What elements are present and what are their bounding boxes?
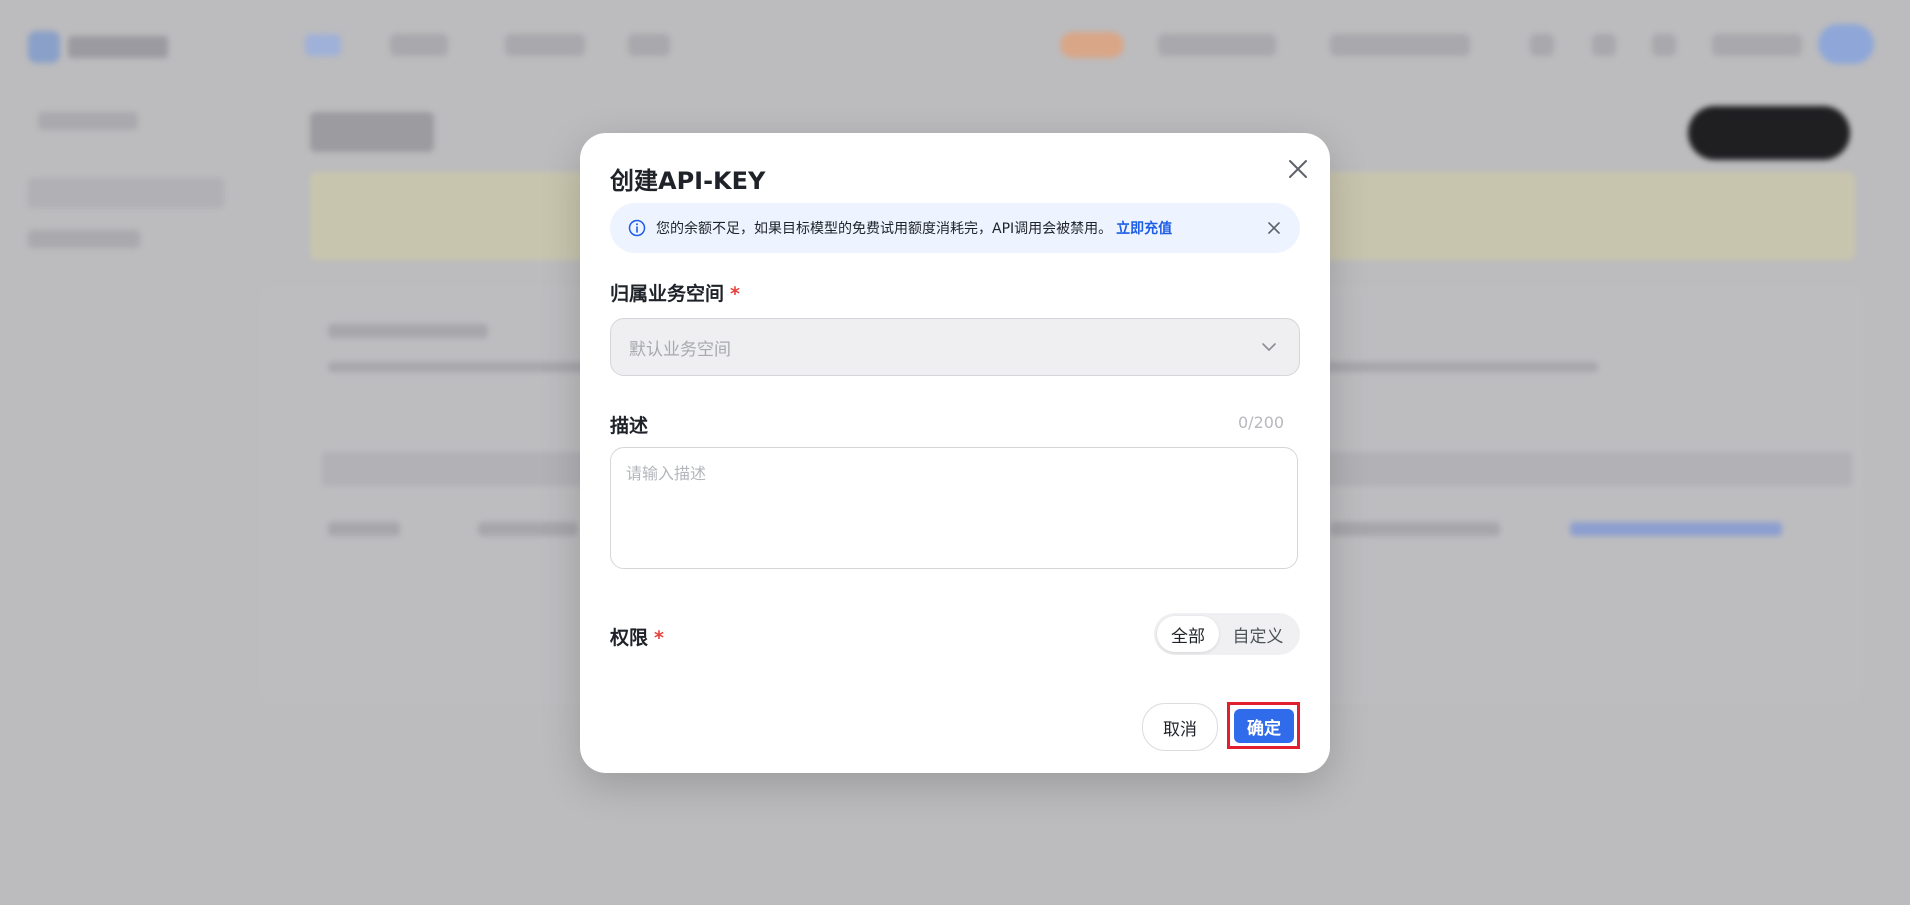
required-mark: * xyxy=(730,283,740,305)
alert-close-button[interactable] xyxy=(1264,218,1284,238)
description-label: 描述 xyxy=(610,415,649,437)
table-actions xyxy=(1570,522,1782,536)
promo-pill xyxy=(1060,32,1124,58)
alert-message: 您的余额不足，如果目标模型的免费试用额度消耗完，API调用会被禁用。 xyxy=(656,221,1113,237)
page-title xyxy=(310,112,434,152)
permission-label: 权限 * xyxy=(610,623,664,650)
sidebar-item xyxy=(28,178,224,208)
avatar xyxy=(1818,24,1874,64)
workspace-select[interactable]: 默认业务空间 xyxy=(610,318,1300,376)
close-icon xyxy=(1268,222,1280,234)
cancel-button[interactable]: 取消 xyxy=(1142,703,1218,751)
workspace-select-value: 默认业务空间 xyxy=(629,339,731,360)
close-icon xyxy=(1289,160,1307,178)
confirm-button[interactable]: 确定 xyxy=(1234,709,1294,743)
nav-icon xyxy=(1530,34,1554,56)
character-counter: 0/200 xyxy=(1238,413,1285,432)
close-button[interactable] xyxy=(1282,153,1314,185)
required-mark: * xyxy=(654,627,664,649)
table-cell xyxy=(1330,522,1500,536)
permission-label-text: 权限 xyxy=(610,627,649,649)
permission-option-all[interactable]: 全部 xyxy=(1157,616,1219,652)
table-cell xyxy=(478,522,578,536)
description-textarea[interactable] xyxy=(610,447,1298,569)
app-logo xyxy=(28,30,178,64)
workspace-label-text: 归属业务空间 xyxy=(610,283,725,305)
nav-item xyxy=(1158,34,1276,56)
workspace-label: 归属业务空间 * xyxy=(610,279,740,306)
sidebar-item xyxy=(38,112,138,130)
permission-segmented-control: 全部 自定义 xyxy=(1154,613,1300,655)
panel-heading xyxy=(328,324,488,338)
recharge-link[interactable]: 立即充值 xyxy=(1116,218,1172,238)
nav-item xyxy=(390,34,448,56)
sidebar-item xyxy=(28,230,140,248)
permission-option-custom[interactable]: 自定义 xyxy=(1219,616,1297,652)
nav-item xyxy=(1712,34,1802,56)
nav-icon xyxy=(1652,34,1676,56)
nav-item xyxy=(1330,34,1470,56)
nav-item xyxy=(505,34,585,56)
table-cell xyxy=(328,522,400,536)
balance-alert: 您的余额不足，如果目标模型的免费试用额度消耗完，API调用会被禁用。 立即充值 xyxy=(610,203,1300,253)
nav-icon xyxy=(1592,34,1616,56)
create-api-key-dialog: 创建API-KEY 您的余额不足，如果目标模型的免费试用额度消耗完，API调用会… xyxy=(580,133,1330,773)
nav-item xyxy=(628,34,670,56)
chevron-down-icon xyxy=(1261,339,1277,355)
nav-item xyxy=(305,34,341,56)
info-icon xyxy=(628,219,646,237)
create-button xyxy=(1688,106,1850,160)
dialog-title: 创建API-KEY xyxy=(610,167,766,195)
